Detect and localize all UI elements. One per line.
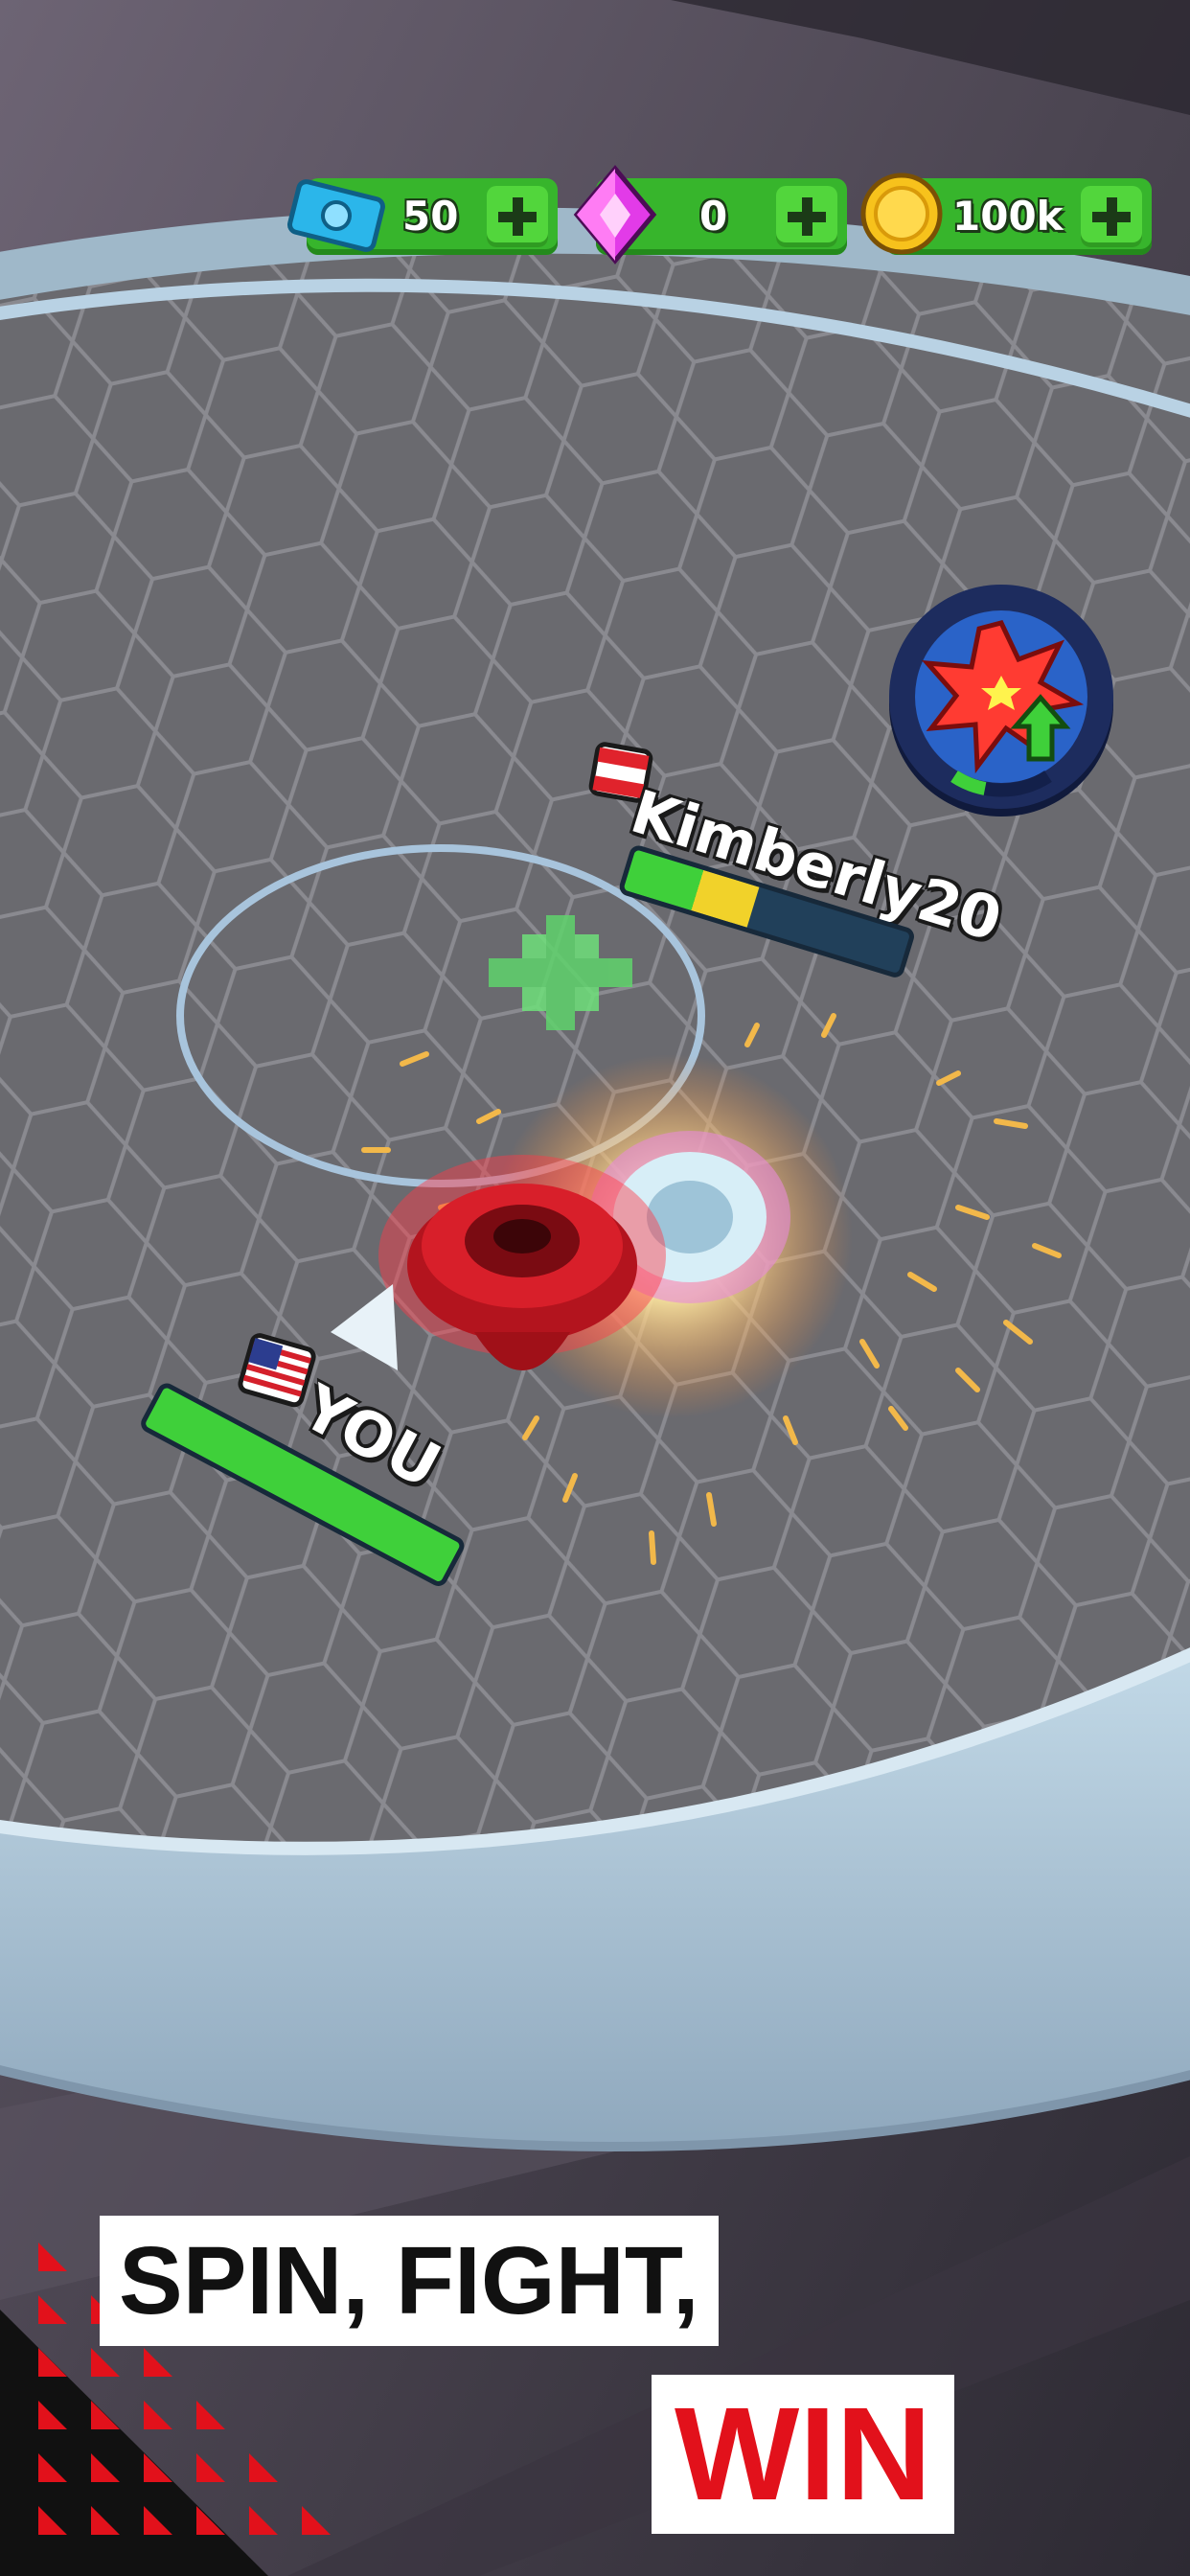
ticket-icon (287, 179, 385, 252)
add-tickets-button[interactable] (487, 186, 548, 247)
add-gems-button[interactable] (776, 186, 837, 247)
add-coins-button[interactable] (1081, 186, 1142, 247)
tickets-value: 50 (402, 193, 459, 240)
ability-button[interactable] (889, 585, 1113, 809)
gem-icon (573, 165, 657, 264)
arena-background (0, 0, 1190, 2576)
coins-value: 100k (952, 193, 1064, 240)
gems-value: 0 (699, 193, 728, 240)
game-screen: 50 0 100k Kimberly20 YOU SPIN, FIGHT, WI… (0, 0, 1190, 2576)
slogan-line2: WIN (652, 2375, 955, 2534)
power-attack-icon (915, 610, 1087, 797)
slogan-line1: SPIN, FIGHT, (100, 2216, 719, 2346)
usa-flag-icon (238, 1333, 316, 1408)
coin-icon (860, 172, 943, 255)
